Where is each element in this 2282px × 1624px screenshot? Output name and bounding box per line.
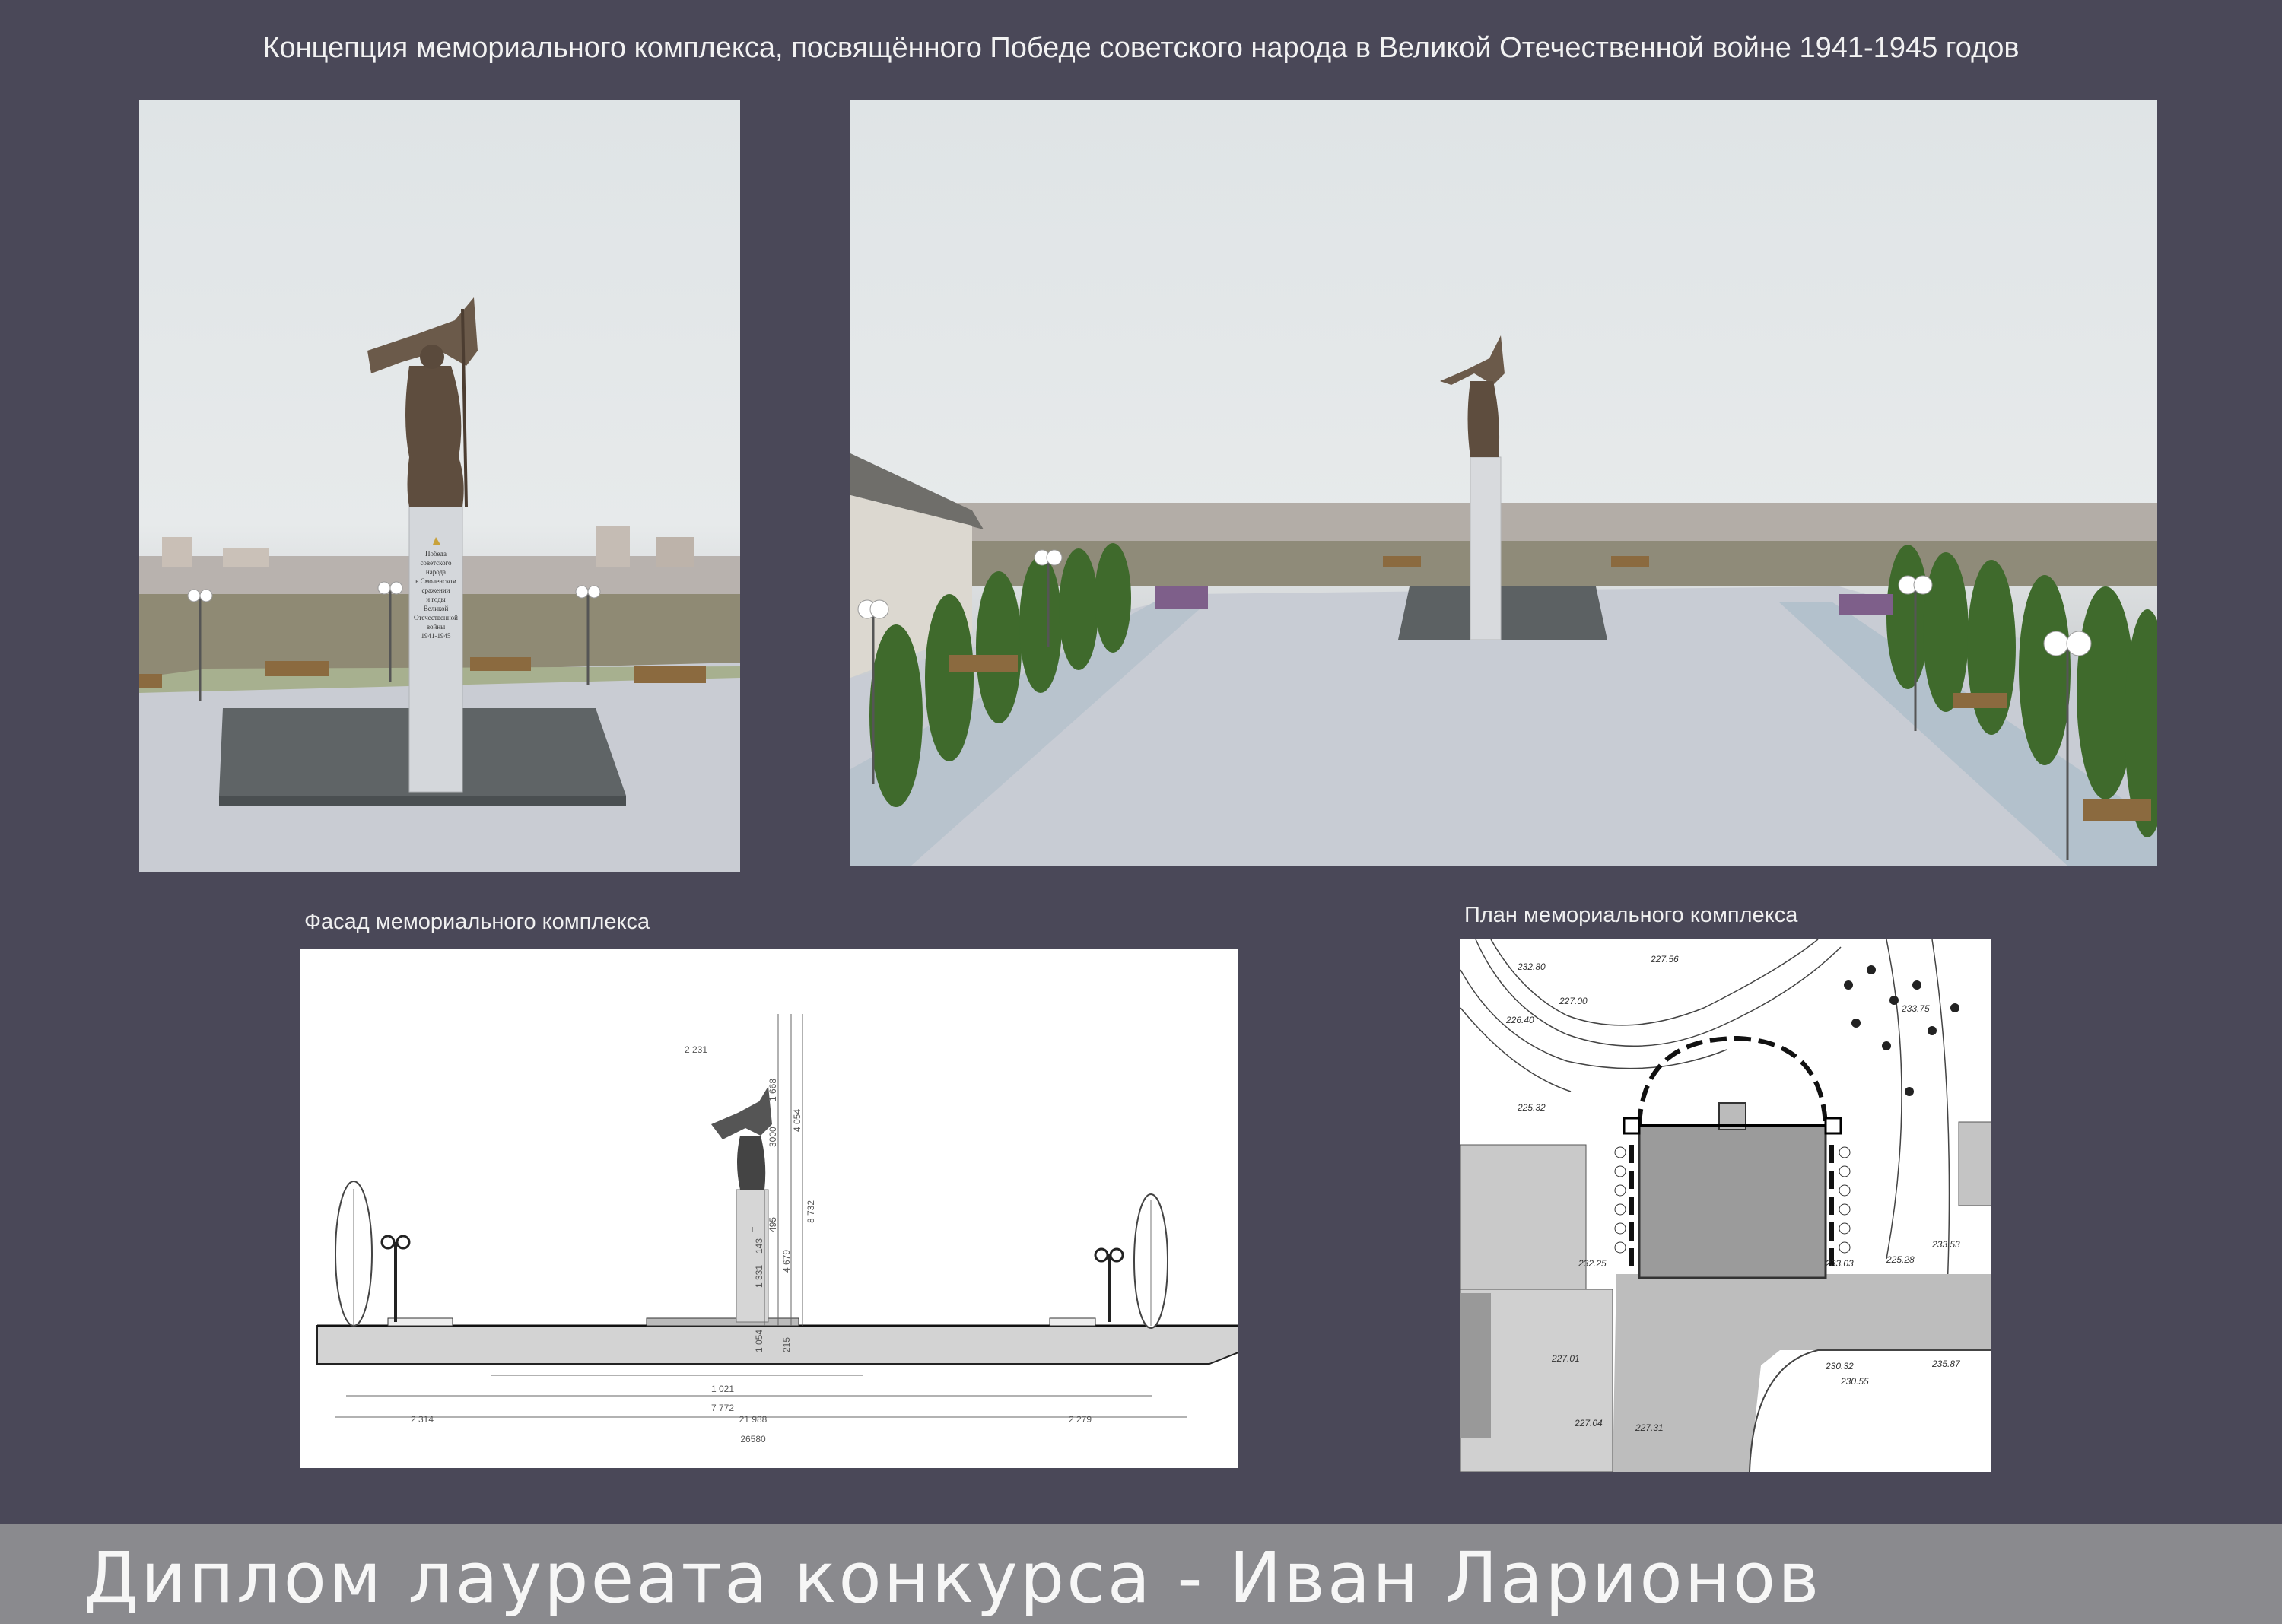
dim-w2: 7 772	[711, 1403, 734, 1413]
elevation-mark: 232.25	[1578, 1258, 1607, 1269]
svg-text:Отечественной: Отечественной	[414, 614, 458, 621]
render-perspective-svg	[850, 335, 2157, 866]
dim-h5: 143	[754, 1238, 764, 1254]
dim-h3: 4 054	[792, 1109, 803, 1132]
svg-text:советского: советского	[420, 559, 452, 567]
dim-h1: 1 668	[768, 1079, 778, 1101]
dim-w1: 1 021	[711, 1384, 734, 1394]
monument-front-render: Победа советского народа в Смоленском ср…	[139, 100, 740, 872]
elevation-mark: 233.03	[1825, 1258, 1854, 1269]
svg-text:Великой: Великой	[424, 605, 449, 612]
elevation-mark: 232.80	[1517, 961, 1546, 972]
elevation-mark: 225.28	[1886, 1254, 1915, 1265]
svg-text:и годы: и годы	[426, 596, 445, 603]
facade-svg: 2 231 1 668 3000 4 054 495 143 8 732 1 3…	[316, 1014, 1238, 1444]
elevation-mark: 233.75	[1901, 1003, 1930, 1014]
elevation-mark: 225.32	[1517, 1102, 1546, 1113]
footer-title: Диплом лауреата конкурса - Иван Ларионов	[84, 1537, 1822, 1619]
statue-figure	[367, 297, 478, 507]
footer-band: Диплом лауреата конкурса - Иван Ларионов	[0, 1524, 2282, 1624]
elevation-mark: 235.87	[1931, 1359, 1961, 1369]
dim-h2: 3000	[768, 1127, 778, 1147]
memorial-perspective-render	[850, 100, 2157, 866]
dim-w3: 2 314	[411, 1414, 434, 1425]
elevation-mark: 226.40	[1505, 1015, 1534, 1025]
svg-text:Победа: Победа	[425, 550, 447, 558]
elevation-mark: 227.04	[1574, 1418, 1603, 1429]
svg-text:сражении: сражении	[421, 586, 450, 594]
dim-h6: 8 732	[806, 1200, 816, 1223]
facade-caption: Фасад мемориального комплекса	[304, 910, 650, 934]
plan-caption: План мемориального комплекса	[1464, 903, 1798, 927]
elevation-mark: 227.56	[1650, 954, 1679, 965]
dim-h8: 4 679	[781, 1250, 792, 1273]
dim-h10: 215	[781, 1337, 792, 1352]
plan-svg: 232.80 227.56 227.00 226.40 225.32 233.7…	[1460, 939, 1991, 1472]
dim-w5: 2 279	[1069, 1414, 1092, 1425]
dim-top: 2 231	[685, 1044, 707, 1055]
svg-text:народа: народа	[426, 568, 446, 576]
svg-text:войны: войны	[427, 623, 445, 631]
dim-w4: 21 988	[739, 1414, 768, 1425]
svg-text:в Смоленском: в Смоленском	[415, 577, 456, 585]
dim-h7: 1 331	[754, 1265, 764, 1288]
elevation-mark: 230.32	[1825, 1361, 1854, 1371]
render-front-svg: Победа советского народа в Смоленском ср…	[139, 297, 740, 872]
statue-figure-small	[1440, 335, 1505, 457]
elevation-mark: 227.01	[1551, 1353, 1580, 1364]
facade-drawing: 2 231 1 668 3000 4 054 495 143 8 732 1 3…	[300, 949, 1238, 1468]
dim-h9: 1 054	[754, 1330, 764, 1352]
elevation-mark: 227.00	[1559, 996, 1588, 1006]
dim-w6: 26580	[740, 1434, 766, 1444]
elevation-mark: 230.55	[1840, 1376, 1869, 1387]
elevation-mark: 233.53	[1931, 1239, 1960, 1250]
svg-text:1941-1945: 1941-1945	[421, 632, 451, 640]
plan-drawing: 232.80 227.56 227.00 226.40 225.32 233.7…	[1460, 939, 1991, 1472]
elevation-mark: 227.31	[1635, 1422, 1664, 1433]
page-title: Концепция мемориального комплекса, посвя…	[262, 32, 2020, 64]
dim-h4: 495	[768, 1217, 778, 1232]
